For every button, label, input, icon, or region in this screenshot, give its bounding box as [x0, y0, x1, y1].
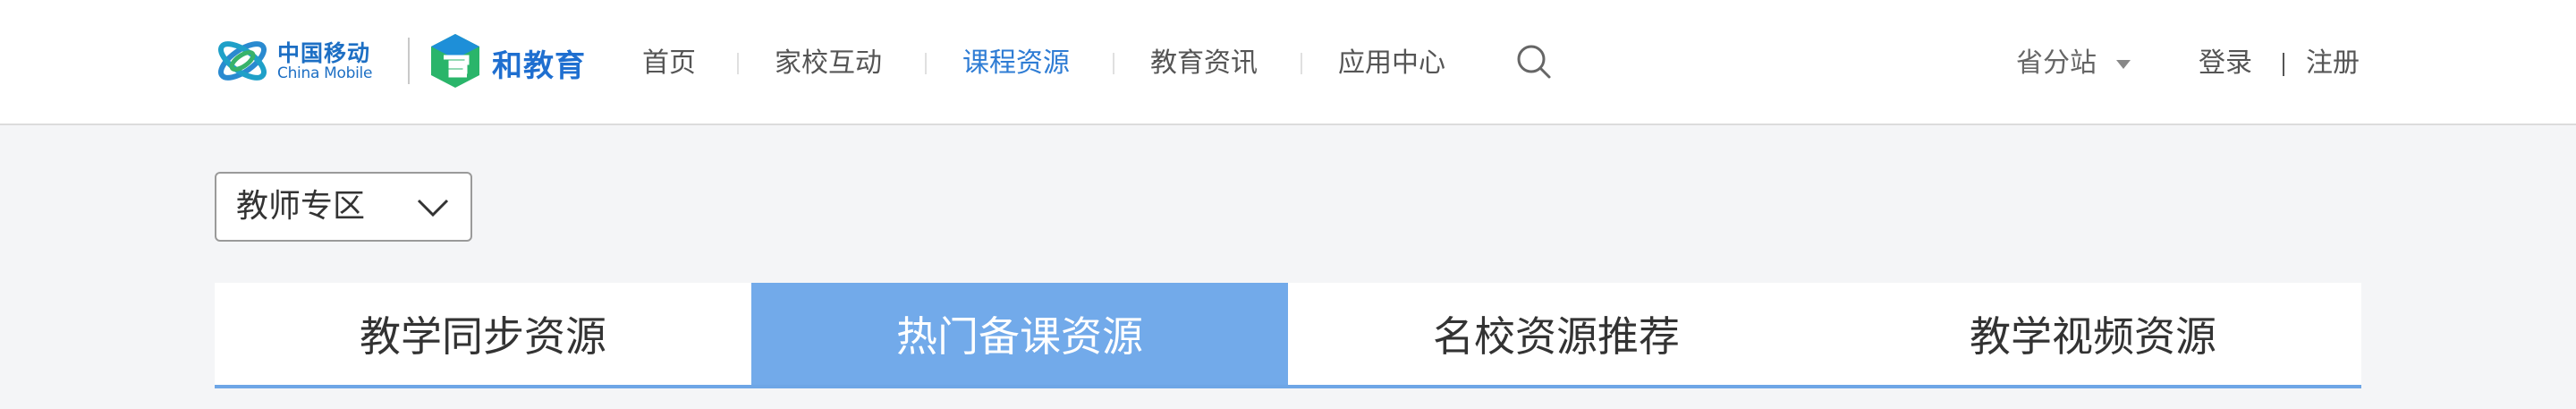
- nav-divider: [737, 53, 739, 74]
- top-header: 中国移动 China Mobile 和教育 首页 家校互动 课程资源 教育资讯 …: [0, 0, 2576, 125]
- search-icon[interactable]: [1515, 43, 1553, 81]
- nav-divider: [925, 53, 927, 74]
- china-mobile-logo[interactable]: 中国移动 China Mobile: [213, 32, 392, 89]
- tab-sync-teaching[interactable]: 教学同步资源: [215, 283, 751, 385]
- resource-tabs: 教学同步资源 热门备课资源 名校资源推荐 教学视频资源: [215, 283, 2361, 388]
- hejiaoyu-logo-icon: [431, 34, 479, 88]
- register-link[interactable]: 注册: [2306, 41, 2360, 86]
- hejiaoyu-name: 和教育: [492, 48, 586, 84]
- nav-item-home[interactable]: 首页: [642, 41, 696, 86]
- china-mobile-en-text: China Mobile: [277, 64, 373, 82]
- login-link[interactable]: 登录: [2199, 41, 2252, 86]
- auth-divider: [2283, 53, 2284, 76]
- zone-select[interactable]: 教师专区: [215, 172, 472, 242]
- caret-down-icon: [2116, 60, 2131, 69]
- nav-item-home-school[interactable]: 家校互动: [775, 41, 882, 86]
- logo-divider: [408, 38, 410, 84]
- tab-popular-prep[interactable]: 热门备课资源: [751, 283, 1288, 385]
- province-selector[interactable]: 省分站: [2016, 41, 2131, 86]
- china-mobile-cn-text: 中国移动: [277, 40, 371, 66]
- chevron-down-icon: [417, 199, 449, 217]
- zone-select-value: 教师专区: [236, 188, 366, 225]
- province-label: 省分站: [2016, 47, 2097, 79]
- nav-item-app-center[interactable]: 应用中心: [1338, 41, 1445, 86]
- china-mobile-logo-icon: [218, 41, 267, 81]
- nav-divider: [1113, 53, 1114, 74]
- tab-famous-school[interactable]: 名校资源推荐: [1288, 283, 1825, 385]
- hejiaoyu-logo[interactable]: 和教育: [428, 32, 589, 89]
- tab-teaching-video[interactable]: 教学视频资源: [1825, 283, 2361, 385]
- nav-item-course-resources[interactable]: 课程资源: [962, 41, 1070, 86]
- nav-divider: [1301, 53, 1302, 74]
- nav-item-edu-news[interactable]: 教育资讯: [1150, 41, 1258, 86]
